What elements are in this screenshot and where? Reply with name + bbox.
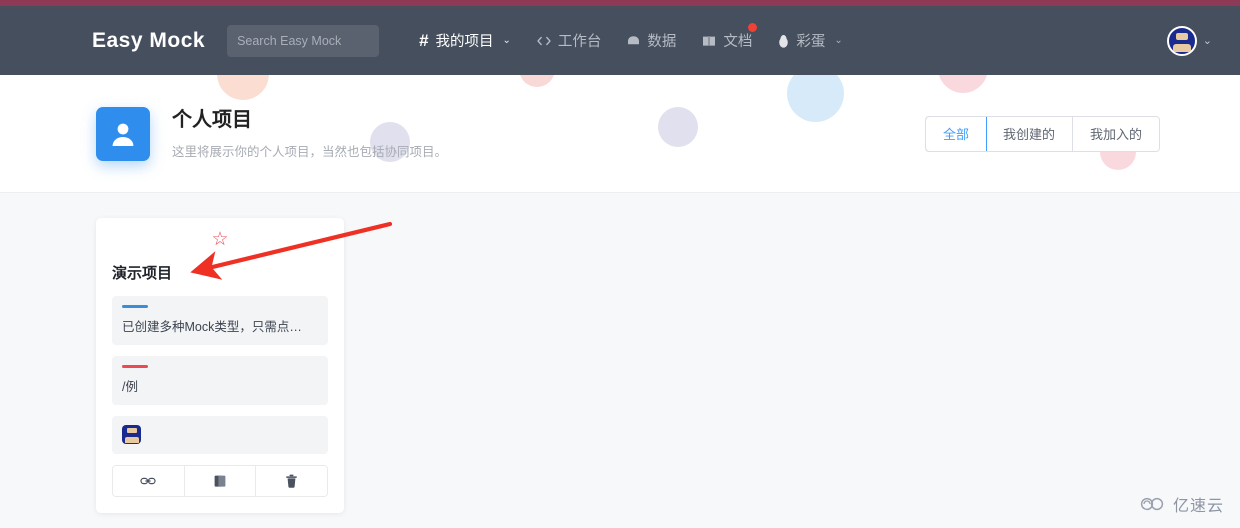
book-icon	[702, 35, 716, 47]
nav-label: 数据	[647, 34, 677, 50]
page-title: 个人项目	[172, 108, 252, 131]
watermark-text: 亿速云	[1172, 498, 1224, 515]
mock-type-bar	[122, 365, 148, 368]
nav-item-workspace[interactable]: 工作台	[537, 30, 602, 51]
delete-project-button[interactable]	[256, 466, 327, 496]
database-icon	[627, 35, 640, 47]
project-card[interactable]: ☆ 演示项目 已创建多种Mock类型，只需点… /例	[96, 218, 344, 513]
project-card-title: 演示项目	[112, 265, 173, 282]
hash-icon: #	[419, 31, 429, 50]
watermark: 亿速云	[1139, 492, 1224, 516]
mock-row-text: /例	[122, 380, 138, 394]
chevron-down-icon: ⌄	[1202, 35, 1212, 47]
member-avatar	[122, 425, 141, 444]
nav-item-docs[interactable]: 文档	[702, 23, 758, 51]
egg-icon	[778, 34, 789, 48]
nav-label: 彩蛋	[796, 34, 826, 50]
page-header: 个人项目 这里将展示你的个人项目，当然也包括协同项目。 全部 我创建的 我加入的	[0, 75, 1240, 193]
projects-area: ☆ 演示项目 已创建多种Mock类型，只需点… /例	[0, 193, 1240, 528]
account-menu[interactable]: ⌄	[1166, 25, 1212, 56]
nav-label: 工作台	[557, 34, 602, 50]
app-brand-logo[interactable]: Easy Mock	[92, 29, 205, 53]
project-filter-tabs: 全部 我创建的 我加入的	[924, 115, 1160, 152]
nav-menu: # 我的项目 ⌄ 工作台 数据 文档 彩蛋 ⌄	[419, 23, 843, 51]
trash-icon	[286, 474, 297, 488]
mock-type-bar	[122, 305, 148, 308]
mock-row[interactable]: 已创建多种Mock类型，只需点…	[112, 296, 328, 345]
nav-item-easter-egg[interactable]: 彩蛋 ⌄	[778, 30, 843, 51]
link-icon	[140, 477, 156, 485]
clone-project-button[interactable]	[184, 466, 257, 496]
search-input[interactable]	[227, 24, 380, 57]
top-navbar: Easy Mock # 我的项目 ⌄ 工作台 数据 文档	[0, 6, 1240, 75]
nav-label: 文档	[723, 34, 753, 50]
project-card-actions	[112, 465, 328, 497]
filter-tab-all[interactable]: 全部	[925, 116, 987, 151]
arrows-horizontal-icon	[537, 36, 551, 46]
notification-dot-badge	[748, 23, 758, 32]
clipboard-icon	[214, 475, 226, 487]
nav-item-data[interactable]: 数据	[627, 30, 676, 51]
person-icon	[96, 106, 150, 161]
chevron-down-icon: ⌄	[834, 35, 843, 46]
filter-tab-joined-by-me[interactable]: 我加入的	[1072, 116, 1159, 151]
mock-row-text: 已创建多种Mock类型，只需点…	[122, 320, 302, 334]
copy-link-button[interactable]	[113, 466, 185, 496]
page-subtitle: 这里将展示你的个人项目，当然也包括协同项目。	[172, 144, 448, 159]
nav-label: 我的项目	[435, 34, 494, 50]
mock-row-members[interactable]	[112, 416, 328, 454]
filter-tab-created-by-me[interactable]: 我创建的	[985, 116, 1073, 151]
chevron-down-icon: ⌄	[502, 35, 511, 46]
mock-row[interactable]: /例	[112, 356, 328, 405]
nav-item-my-projects[interactable]: # 我的项目 ⌄	[419, 30, 511, 51]
favorite-star-icon[interactable]: ☆	[211, 230, 228, 249]
user-avatar[interactable]	[1166, 25, 1197, 56]
cloud-icon	[1140, 497, 1164, 511]
